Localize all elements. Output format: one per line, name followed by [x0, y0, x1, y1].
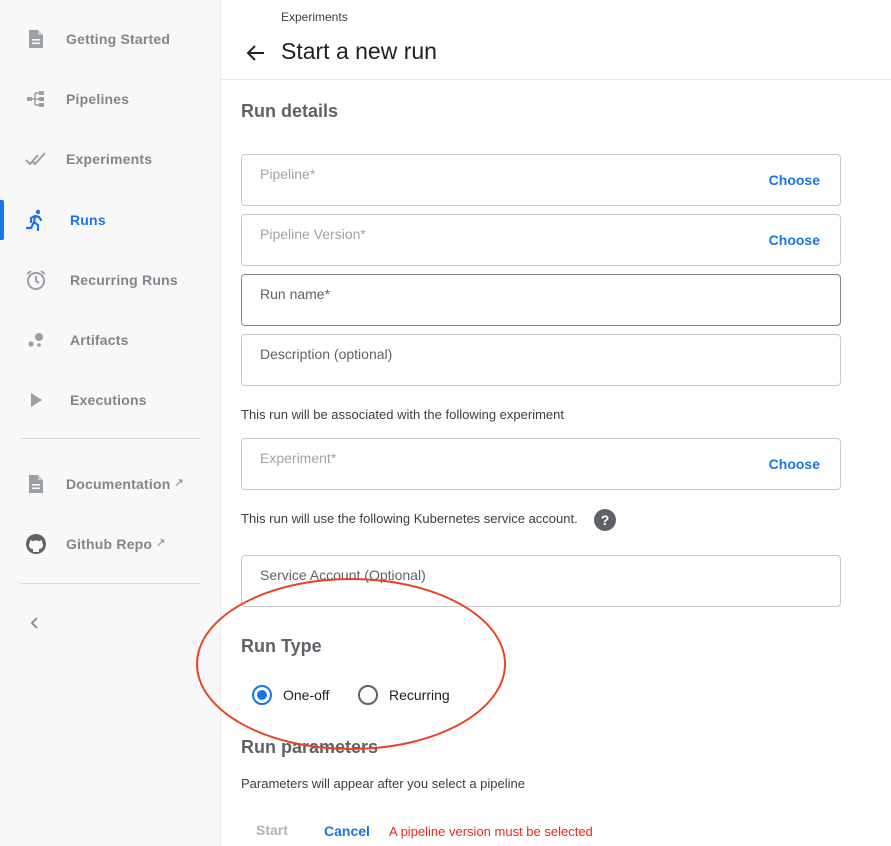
section-title-run-type: Run Type	[241, 636, 322, 656]
sidebar-link-label: Github Repo ↗	[66, 536, 166, 552]
section-title-run-details: Run details	[241, 101, 339, 121]
run-type-recurring-radio[interactable]: Recurring	[358, 685, 450, 705]
pipeline-field[interactable]: Pipeline* Choose	[241, 154, 841, 206]
choose-pipeline-version-button[interactable]: Choose	[769, 232, 820, 248]
sidebar-item-label: Recurring Runs	[70, 272, 178, 288]
choose-pipeline-button[interactable]: Choose	[769, 172, 820, 188]
radio-label: One-off	[283, 687, 330, 703]
sidebar-item-artifacts[interactable]: Artifacts	[0, 320, 220, 360]
page-title: Start a new run	[281, 38, 437, 64]
page-header: Experiments Start a new run	[221, 0, 891, 80]
cancel-button[interactable]: Cancel	[324, 823, 370, 839]
sidebar-item-recurring-runs[interactable]: Recurring Runs	[0, 260, 220, 300]
document-icon	[25, 473, 47, 495]
sidebar: Getting Started Pipelines Experiments Ru…	[0, 0, 221, 846]
service-account-note: This run will use the following Kubernet…	[241, 511, 578, 526]
sidebar-item-runs[interactable]: Runs	[0, 200, 220, 240]
sidebar-item-label: Executions	[70, 392, 147, 408]
artifacts-icon	[25, 329, 47, 351]
sidebar-item-pipelines[interactable]: Pipelines	[0, 79, 220, 119]
experiments-icon	[25, 148, 47, 170]
sidebar-divider	[20, 438, 200, 439]
choose-experiment-button[interactable]: Choose	[769, 456, 820, 472]
collapse-sidebar-button[interactable]	[24, 612, 46, 634]
sidebar-item-label: Runs	[70, 212, 106, 228]
pipeline-version-field[interactable]: Pipeline Version* Choose	[241, 214, 841, 266]
sidebar-item-experiments[interactable]: Experiments	[0, 139, 220, 179]
external-link-icon: ↗	[156, 537, 166, 549]
runner-icon	[25, 209, 47, 231]
run-name-field[interactable]: Run name*	[241, 274, 841, 326]
radio-circle[interactable]	[252, 685, 272, 705]
document-icon	[25, 28, 47, 50]
service-account-field[interactable]: Service Account (Optional)	[241, 555, 841, 607]
help-icon[interactable]: ?	[594, 509, 616, 531]
sidebar-item-label: Experiments	[66, 151, 153, 167]
back-button[interactable]	[243, 40, 269, 66]
breadcrumb[interactable]: Experiments	[281, 10, 348, 24]
play-icon	[25, 389, 47, 411]
field-label: Experiment*	[260, 450, 337, 466]
external-link-icon: ↗	[174, 477, 184, 489]
run-name-input[interactable]	[260, 299, 740, 319]
sidebar-item-executions[interactable]: Executions	[0, 380, 220, 420]
start-button[interactable]: Start	[256, 822, 288, 838]
github-icon	[25, 533, 47, 555]
sidebar-divider	[20, 583, 200, 584]
description-input[interactable]	[260, 359, 740, 379]
pipeline-icon	[25, 88, 47, 110]
experiment-note: This run will be associated with the fol…	[241, 407, 564, 422]
run-type-one-off-radio[interactable]: One-off	[252, 685, 329, 705]
chevron-left-icon	[30, 617, 38, 629]
sidebar-item-label: Getting Started	[66, 31, 171, 47]
description-field[interactable]: Description (optional)	[241, 334, 841, 386]
sidebar-link-label: Documentation ↗	[66, 476, 184, 492]
sidebar-link-documentation[interactable]: Documentation ↗	[0, 464, 220, 504]
field-label: Pipeline*	[260, 166, 316, 182]
sidebar-link-github-repo[interactable]: Github Repo ↗	[0, 524, 220, 564]
sidebar-item-label: Pipelines	[66, 91, 130, 107]
arrow-back-icon	[246, 45, 264, 61]
radio-label: Recurring	[389, 687, 450, 703]
experiment-field[interactable]: Experiment* Choose	[241, 438, 841, 490]
run-parameters-note: Parameters will appear after you select …	[241, 776, 525, 791]
field-label: Pipeline Version*	[260, 226, 366, 242]
section-title-run-parameters: Run parameters	[241, 737, 379, 757]
error-message: A pipeline version must be selected	[389, 824, 593, 839]
radio-circle[interactable]	[358, 685, 378, 705]
service-account-input[interactable]	[260, 580, 740, 600]
sidebar-item-getting-started[interactable]: Getting Started	[0, 19, 220, 59]
sidebar-item-label: Artifacts	[70, 332, 129, 348]
alarm-clock-icon	[25, 269, 47, 291]
